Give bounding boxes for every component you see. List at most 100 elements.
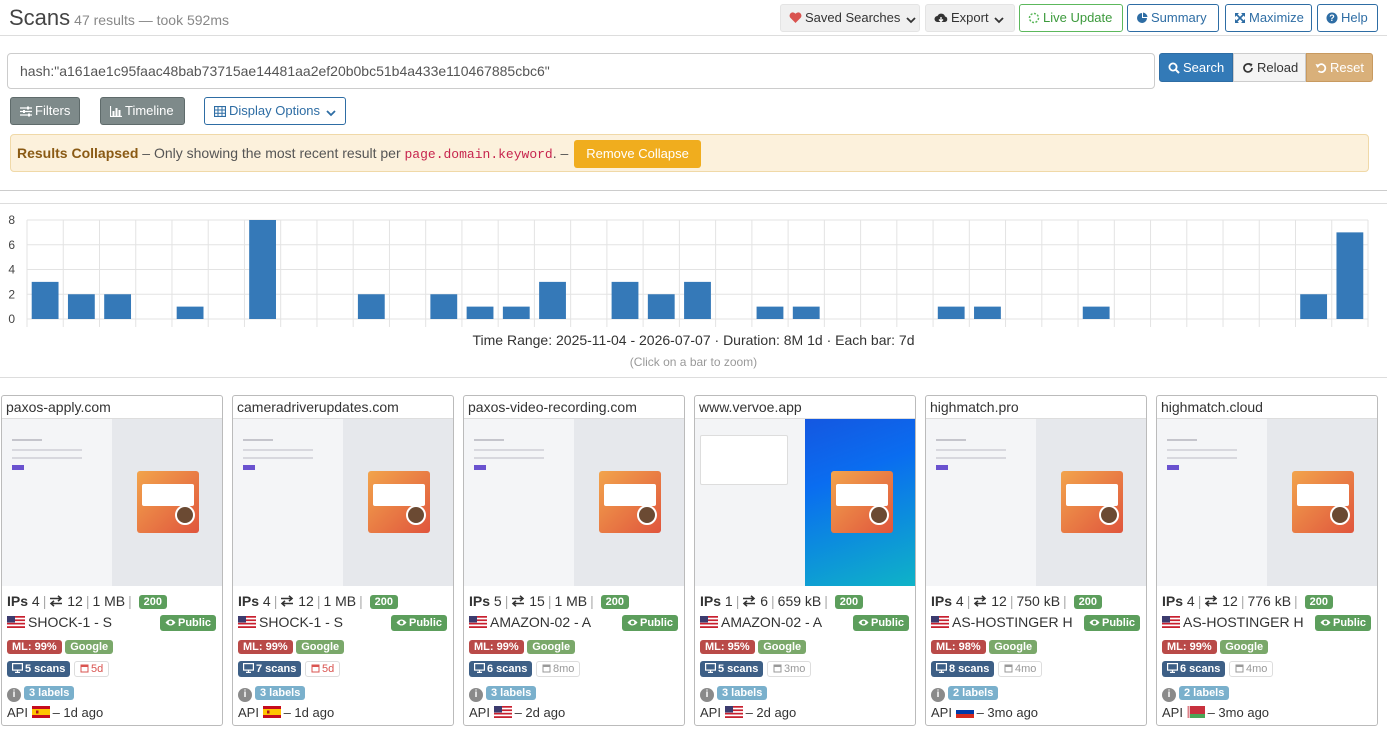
timeline-button[interactable]: Timeline [100,97,185,125]
result-card[interactable]: paxos-video-recording.com IPs 5 | 15 | 1 MB… [463,395,685,726]
info-icon[interactable]: i [7,688,21,702]
page-title: Scans 47 results — took 592ms [9,5,230,30]
age-badge: 4mo [1229,661,1274,677]
chart-bar[interactable] [974,306,1001,319]
thumb-login-card [700,435,788,485]
page-screenshot[interactable] [233,419,453,586]
saved-searches-button[interactable]: Saved Searches [780,4,920,32]
y-tick-label: 8 [8,213,15,227]
chart-bar[interactable] [357,294,385,319]
page-screenshot[interactable] [1157,419,1377,586]
chart-bar[interactable] [31,281,59,319]
labels-badge[interactable]: 3 labels [255,686,306,700]
result-card[interactable]: paxos-apply.com IPs 4 | 12 | 1 MB | 200 SHOC… [1,395,223,726]
thumb-left-panel [233,419,343,586]
labels-badge[interactable]: 3 labels [24,686,75,700]
calendar-icon [542,664,551,673]
card-domain[interactable]: www.vervoe.app [695,396,915,419]
chart-bar[interactable] [684,281,711,319]
export-button[interactable]: Export [925,4,1015,32]
eye-icon [165,619,176,626]
chart-bar[interactable] [756,306,784,319]
info-icon[interactable]: i [1162,688,1176,702]
summary-button[interactable]: Summary [1127,4,1219,32]
chart-bar[interactable] [466,306,494,319]
scan-count-badge[interactable]: 6 scans [469,661,533,677]
monitor-icon [1167,663,1179,673]
scan-count-badge[interactable]: 8 scans [931,661,995,677]
info-icon[interactable]: i [700,688,714,702]
chart-bar[interactable] [539,281,566,319]
card-verdicts: ML: 95% Google [700,638,807,654]
chart-bar[interactable] [502,306,530,319]
question-circle-icon: ? [1326,12,1338,24]
chart-bar[interactable] [937,306,965,319]
result-card[interactable]: highmatch.pro IPs 4 | 12 | 750 kB | 200 AS-H… [925,395,1147,726]
page-screenshot[interactable] [695,419,915,586]
thumb-screen [373,484,425,506]
page-screenshot[interactable] [926,419,1146,586]
thumb-hero-image [1292,471,1354,533]
scan-count-badge[interactable]: 5 scans [7,661,71,677]
chart-bar[interactable] [647,294,675,319]
help-button[interactable]: ? Help [1317,4,1378,32]
labels-badge[interactable]: 2 labels [1179,686,1230,700]
status-code-badge: 200 [1073,595,1102,609]
labels-badge[interactable]: 3 labels [717,686,768,700]
card-domain[interactable]: highmatch.cloud [1157,396,1377,419]
cloud-download-icon [934,13,948,23]
chart-bar[interactable] [1082,306,1110,319]
collapse-alert: Results Collapsed – Only showing the mos… [10,134,1369,172]
live-update-button[interactable]: Live Update [1019,4,1123,32]
filters-button[interactable]: Filters [10,97,80,125]
chart-bar[interactable] [611,281,639,319]
reload-button[interactable]: Reload [1233,53,1306,82]
chart-bar[interactable] [176,306,204,319]
exchange-icon [281,595,294,607]
bar-chart-icon [109,106,122,118]
page-screenshot[interactable] [2,419,222,586]
scan-count-badge[interactable]: 6 scans [1162,661,1226,677]
card-domain[interactable]: paxos-video-recording.com [464,396,684,419]
chart-bar[interactable] [104,294,132,319]
card-verdicts: ML: 99% Google [238,638,345,654]
chart-bar[interactable] [249,220,276,319]
result-card[interactable]: www.vervoe.app IPs 1 | 6 | 659 kB | 200 AMAZ… [694,395,916,726]
info-icon[interactable]: i [238,688,252,702]
reset-button[interactable]: Reset [1306,53,1373,82]
info-icon[interactable]: i [931,688,945,702]
card-domain[interactable]: paxos-apply.com [2,396,222,419]
chart-bar[interactable] [67,294,95,319]
card-labels: i3 labels [7,684,75,702]
display-options-button[interactable]: Display Options [204,97,346,125]
ml-score-badge: ML: 95% [700,640,755,654]
flag-us-icon [493,706,512,718]
age-badge: 5d [74,661,110,677]
labels-badge[interactable]: 2 labels [948,686,999,700]
scan-count-badge[interactable]: 7 scans [238,661,302,677]
search-query-input[interactable]: hash:"a161ae1c95faac48bab73715ae14481aa2… [7,53,1155,89]
thumb-left-panel [926,419,1036,586]
chart-bar[interactable] [1336,232,1364,319]
remove-collapse-button[interactable]: Remove Collapse [574,140,701,168]
info-icon[interactable]: i [469,688,483,702]
result-card[interactable]: cameradriverupdates.com IPs 4 | 12 | 1 MB | … [232,395,454,726]
card-stats: IPs 4 | 12 | 1 MB | 200 [7,593,168,609]
card-domain[interactable]: cameradriverupdates.com [233,396,453,419]
thumb-avatar [175,505,195,525]
chart-bar[interactable] [1300,294,1328,319]
page-screenshot[interactable] [464,419,684,586]
thumb-line [243,457,313,459]
labels-badge[interactable]: 3 labels [486,686,537,700]
result-card[interactable]: highmatch.cloud IPs 4 | 12 | 776 kB | 200 AS… [1156,395,1378,726]
scan-count-badge[interactable]: 5 scans [700,661,764,677]
chart-bar[interactable] [792,306,820,319]
chart-bar[interactable] [430,294,458,319]
thumb-line [936,457,1006,459]
visibility-badge: Public [852,615,909,631]
maximize-button[interactable]: Maximize [1225,4,1312,32]
y-tick-label: 6 [8,238,15,252]
search-button[interactable]: Search [1159,53,1233,82]
flag-us-icon [1162,615,1180,628]
card-domain[interactable]: highmatch.pro [926,396,1146,419]
